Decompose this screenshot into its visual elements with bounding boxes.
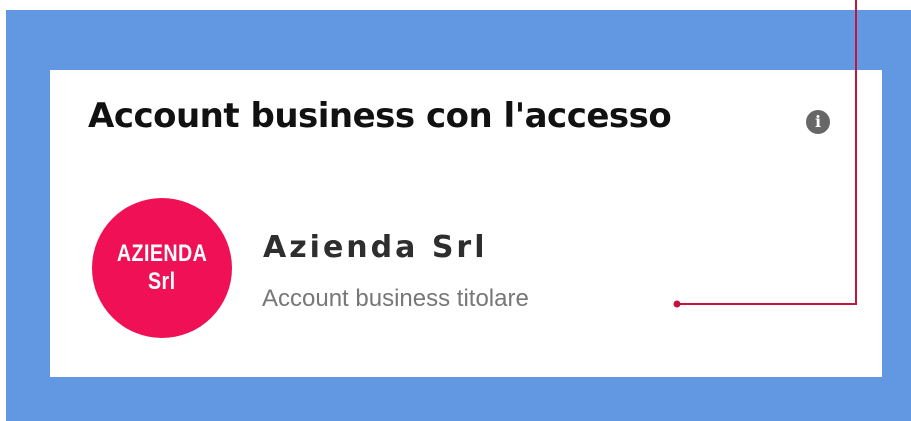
- business-avatar[interactable]: AZIENDA Srl: [92, 198, 232, 338]
- business-name[interactable]: Azienda Srl: [263, 230, 488, 266]
- section-title: Account business con l'accesso: [88, 96, 672, 136]
- avatar-text-line-1: AZIENDA: [116, 240, 208, 267]
- business-access-card: Account business con l'accesso i AZIENDA…: [50, 70, 882, 377]
- info-icon[interactable]: i: [806, 110, 830, 134]
- avatar-text-line-2: Srl: [148, 268, 176, 295]
- business-role: Account business titolare: [262, 285, 529, 312]
